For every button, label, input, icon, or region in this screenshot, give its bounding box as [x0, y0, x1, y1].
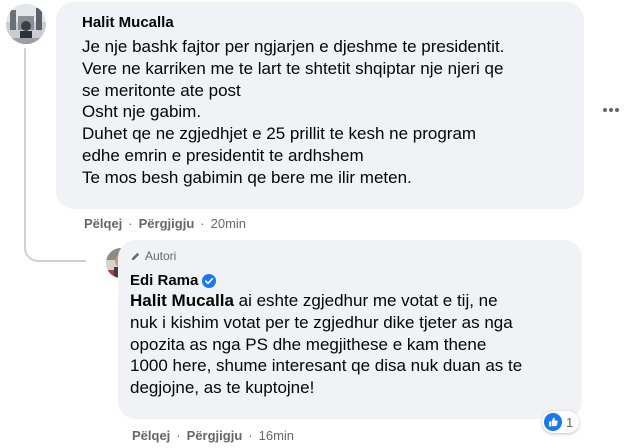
comment-text: Je nje bashk fajtor per ngjarjen e djesh…: [82, 36, 504, 189]
reply-line: opozita as nga PS dhe megjithese e kam t…: [130, 334, 487, 354]
author-badge-label: Autori: [145, 249, 177, 263]
comment-line: edhe emrin e presidentit te ardhshem: [82, 145, 364, 165]
separator-dot: ·: [176, 428, 181, 443]
reaction-count-label: 1: [566, 414, 574, 430]
reaction-count[interactable]: 1: [542, 411, 580, 433]
like-reaction-icon: [544, 413, 562, 431]
comment-bubble: Halit Mucalla Je nje bashk fajtor per ng…: [56, 2, 584, 209]
reply-actions: Pëlqej · Përgjigju · 16min: [132, 428, 294, 443]
reply-author[interactable]: Edi Rama: [130, 271, 198, 290]
comment-author[interactable]: Halit Mucalla: [82, 13, 174, 32]
mention-link[interactable]: Halit Mucalla: [130, 291, 234, 310]
comment-line: Osht nje gabim.: [82, 102, 202, 122]
comment-line: Te mos besh gabimin qe bere me ilir mete…: [82, 167, 412, 187]
comment-line: Je nje bashk fajtor per ngjarjen e djesh…: [82, 37, 505, 56]
reply-line: 1000 here, shume interesant qe disa nuk …: [130, 356, 523, 376]
like-button[interactable]: Pëlqej: [132, 428, 170, 443]
separator-dot: ·: [248, 428, 253, 443]
more-options-button[interactable]: [598, 96, 624, 122]
like-button[interactable]: Pëlqej: [84, 216, 122, 231]
thread-connector-curve: [24, 232, 86, 262]
reply-line: Halit Mucalla ai eshte zgjedhur me votat…: [130, 290, 522, 312]
timestamp[interactable]: 20min: [211, 216, 246, 231]
reply-line-text: ai eshte zgjedhur me votat e tij, ne: [233, 291, 498, 310]
reply-line: degjojne, as te kuptojne!: [130, 378, 315, 398]
reply-button[interactable]: Përgjigju: [187, 428, 243, 443]
separator-dot: ·: [200, 216, 205, 231]
reply-button[interactable]: Përgjigju: [139, 216, 195, 231]
verified-badge-icon: [202, 273, 217, 288]
author-badge: Autori: [130, 249, 176, 263]
reply-bubble: Autori Edi Rama Halit Mucalla ai eshte z…: [118, 240, 582, 419]
separator-dot: ·: [128, 216, 133, 231]
comment-actions: Pëlqej · Përgjigju · 20min: [84, 216, 246, 231]
comment-line: Duhet qe ne zgjedhjet e 25 prillit te ke…: [82, 124, 477, 144]
comment-line: Vere ne karriken me te lart te shtetit s…: [82, 58, 504, 78]
ellipsis-horizontal-icon: [602, 100, 620, 118]
reply-text: Halit Mucalla ai eshte zgjedhur me votat…: [130, 290, 522, 399]
reply-line: nuk i kishim votat per te zgjedhur dike …: [130, 312, 513, 332]
comment-line: se meritonte ate post: [82, 80, 241, 100]
timestamp[interactable]: 16min: [259, 428, 294, 443]
avatar[interactable]: [6, 4, 46, 44]
pen-icon: [130, 251, 141, 262]
thread-connector: [24, 48, 26, 234]
reply-author-row: Edi Rama: [130, 271, 217, 290]
